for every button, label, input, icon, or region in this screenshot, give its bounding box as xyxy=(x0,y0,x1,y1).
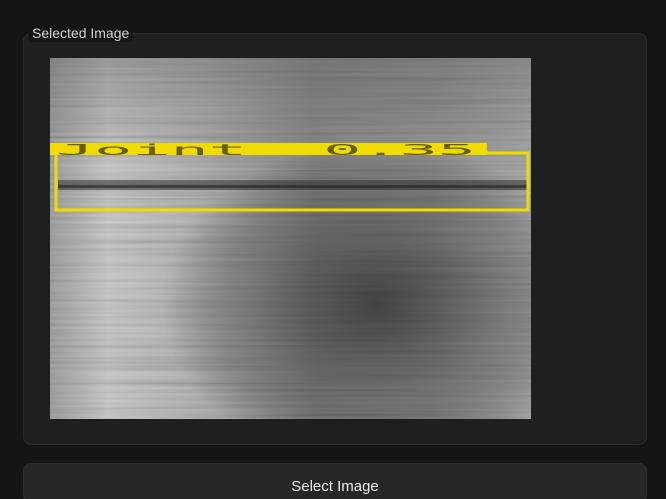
app-window: Selected Image Joint 0.35 Select Image xyxy=(0,0,666,499)
group-box-title: Selected Image xyxy=(29,24,133,42)
select-image-button[interactable]: Select Image xyxy=(23,463,647,499)
selected-image-view: Joint 0.35 xyxy=(50,58,531,419)
grayscale-scan-image: Joint 0.35 xyxy=(50,58,531,419)
detection-label-text: Joint 0.35 xyxy=(56,141,476,159)
